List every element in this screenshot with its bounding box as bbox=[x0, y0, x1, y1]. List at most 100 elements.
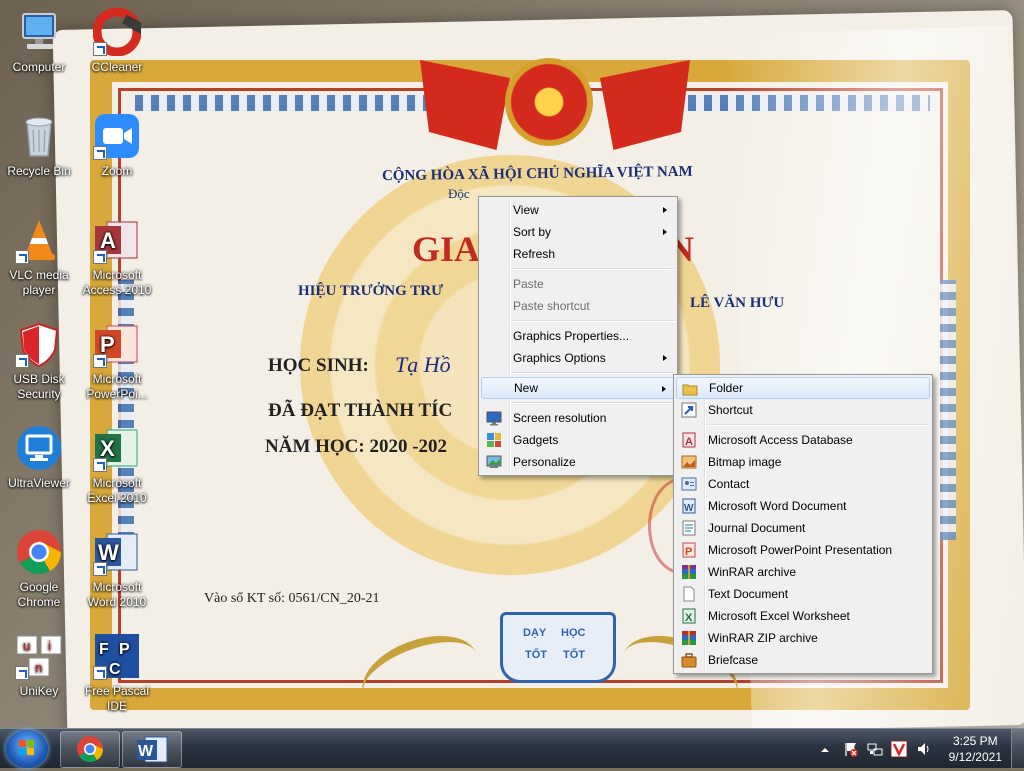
register-number: Vào sổ KT số: 0561/CN_20-21 bbox=[204, 591, 380, 606]
submenu-item-excel-worksheet[interactable]: X Microsoft Excel Worksheet bbox=[676, 605, 930, 627]
principal-left: HIỆU TRƯỞNG TRƯ bbox=[298, 283, 444, 299]
svg-text:A: A bbox=[685, 436, 693, 448]
greek-key-ornament bbox=[135, 95, 435, 111]
icon-label: Recycle Bin bbox=[7, 164, 71, 178]
submenu-item-folder[interactable]: Folder bbox=[676, 377, 930, 399]
taskbar: W 3:25 PM 9/12/2021 bbox=[0, 728, 1024, 769]
shortcut-arrow-icon bbox=[15, 354, 29, 368]
shortcut-arrow-icon bbox=[93, 562, 107, 576]
submenu-item-winrar-archive[interactable]: WinRAR archive bbox=[676, 561, 930, 583]
volume-icon[interactable] bbox=[916, 741, 932, 757]
submenu-item-powerpoint-presentation[interactable]: P Microsoft PowerPoint Presentation bbox=[676, 539, 930, 561]
desktop-icon-free-pascal[interactable]: FPC Free Pascal IDE bbox=[80, 632, 154, 714]
desktop-icon-vlc[interactable]: VLC media player bbox=[2, 216, 76, 298]
svg-text:X: X bbox=[685, 612, 693, 624]
menu-label: Bitmap image bbox=[708, 455, 782, 469]
menu-label: Paste bbox=[513, 277, 544, 291]
desktop-icon-powerpoint[interactable]: P Microsoft PowerPoi... bbox=[80, 320, 154, 402]
menu-label: Graphics Properties... bbox=[513, 329, 630, 343]
svg-text:W: W bbox=[684, 503, 694, 514]
submenu-item-briefcase[interactable]: Briefcase bbox=[676, 649, 930, 671]
desktop-icon-excel[interactable]: X Microsoft Excel 2010 bbox=[80, 424, 154, 506]
taskbar-word-button[interactable]: W bbox=[122, 731, 182, 768]
menu-item-graphics-properties[interactable]: Graphics Properties... bbox=[481, 325, 675, 347]
show-hidden-icons-icon[interactable] bbox=[820, 744, 830, 754]
submenu-arrow-icon bbox=[662, 386, 666, 392]
network-icon[interactable] bbox=[867, 741, 883, 757]
menu-label: Briefcase bbox=[708, 653, 759, 667]
submenu-item-winrar-zip-archive[interactable]: WinRAR ZIP archive bbox=[676, 627, 930, 649]
desktop-icon-computer[interactable]: Computer bbox=[2, 8, 76, 75]
personalize-icon bbox=[486, 454, 502, 470]
menu-label: Microsoft Access Database bbox=[708, 433, 853, 447]
school-year: NĂM HỌC: 2020 -202 bbox=[265, 436, 448, 457]
menu-label: Microsoft PowerPoint Presentation bbox=[708, 543, 893, 557]
menu-separator bbox=[706, 424, 930, 426]
start-button[interactable] bbox=[6, 730, 48, 768]
menu-item-refresh[interactable]: Refresh bbox=[481, 243, 675, 265]
menu-item-view[interactable]: View bbox=[481, 199, 675, 221]
desktop-icon-access[interactable]: A Microsoft Access 2010 bbox=[80, 216, 154, 298]
desktop-icon-ccleaner[interactable]: CCleaner bbox=[80, 7, 154, 75]
menu-item-personalize[interactable]: Personalize bbox=[481, 451, 675, 473]
desktop-icon-usb-disk-security[interactable]: USB Disk Security bbox=[2, 320, 76, 402]
icon-label: Free Pascal IDE bbox=[84, 684, 150, 713]
access-icon: A bbox=[681, 432, 697, 448]
ultraviewer-icon bbox=[15, 424, 63, 472]
powerpoint-icon: P bbox=[681, 542, 697, 558]
windows-logo-icon bbox=[19, 740, 34, 755]
desktop-icon-recycle-bin[interactable]: Recycle Bin bbox=[2, 112, 76, 179]
menu-item-paste[interactable]: Paste bbox=[481, 273, 675, 295]
text-document-icon bbox=[681, 586, 697, 602]
icon-label: CCleaner bbox=[91, 60, 143, 74]
menu-item-screen-resolution[interactable]: Screen resolution bbox=[481, 407, 675, 429]
submenu-item-access-database[interactable]: A Microsoft Access Database bbox=[676, 429, 930, 451]
excel-icon: X bbox=[93, 424, 141, 472]
submenu-item-text-document[interactable]: Text Document bbox=[676, 583, 930, 605]
submenu-item-contact[interactable]: Contact bbox=[676, 473, 930, 495]
icon-label: Microsoft Access 2010 bbox=[82, 268, 152, 297]
antivirus-icon[interactable] bbox=[890, 740, 908, 758]
desktop-icon-ultraviewer[interactable]: UltraViewer bbox=[2, 424, 76, 491]
book-word: TỐT bbox=[525, 649, 547, 661]
menu-item-new[interactable]: New bbox=[481, 377, 675, 399]
journal-icon bbox=[681, 520, 697, 536]
desktop-icon-zoom[interactable]: Zoom bbox=[80, 112, 154, 179]
icon-label: Google Chrome bbox=[17, 580, 61, 609]
submenu-arrow-icon bbox=[663, 207, 667, 213]
taskbar-chrome-button[interactable] bbox=[60, 731, 120, 768]
desktop-icon-unikey[interactable]: u in UniKey bbox=[2, 632, 76, 699]
icon-label: Computer bbox=[12, 60, 66, 74]
icon-label: UniKey bbox=[19, 684, 59, 698]
shield-icon bbox=[15, 320, 63, 368]
action-center-flag-icon[interactable] bbox=[843, 741, 859, 757]
menu-label: Screen resolution bbox=[513, 411, 607, 425]
menu-item-graphics-options[interactable]: Graphics Options bbox=[481, 347, 675, 369]
icon-label: Microsoft Word 2010 bbox=[87, 580, 147, 609]
menu-item-gadgets[interactable]: Gadgets bbox=[481, 429, 675, 451]
powerpoint-icon: P bbox=[93, 320, 141, 368]
student-name: Tạ Hồ bbox=[395, 352, 451, 377]
book-emblem: DẠY HỌC TỐT TỐT bbox=[500, 612, 616, 683]
menu-label: Personalize bbox=[513, 455, 576, 469]
shortcut-icon bbox=[681, 402, 697, 418]
student-label: HỌC SINH: bbox=[268, 355, 369, 376]
menu-item-paste-shortcut[interactable]: Paste shortcut bbox=[481, 295, 675, 317]
system-clock[interactable]: 3:25 PM 9/12/2021 bbox=[949, 733, 1002, 765]
submenu-item-bitmap-image[interactable]: Bitmap image bbox=[676, 451, 930, 473]
submenu-arrow-icon bbox=[663, 355, 667, 361]
shortcut-arrow-icon bbox=[93, 146, 107, 160]
menu-label: New bbox=[514, 381, 539, 395]
desktop-icon-google-chrome[interactable]: Google Chrome bbox=[2, 528, 76, 610]
chrome-icon bbox=[77, 736, 104, 763]
submenu-item-shortcut[interactable]: Shortcut bbox=[676, 399, 930, 421]
desktop-icon-word[interactable]: W Microsoft Word 2010 bbox=[80, 528, 154, 610]
shortcut-arrow-icon bbox=[15, 666, 29, 680]
recycle-bin-icon bbox=[15, 112, 63, 160]
menu-label: Refresh bbox=[513, 247, 556, 261]
submenu-item-journal-document[interactable]: Journal Document bbox=[676, 517, 930, 539]
show-desktop-button[interactable] bbox=[1011, 729, 1024, 769]
icon-label: Zoom bbox=[101, 164, 133, 178]
menu-item-sort-by[interactable]: Sort by bbox=[481, 221, 675, 243]
submenu-item-word-document[interactable]: W Microsoft Word Document bbox=[676, 495, 930, 517]
